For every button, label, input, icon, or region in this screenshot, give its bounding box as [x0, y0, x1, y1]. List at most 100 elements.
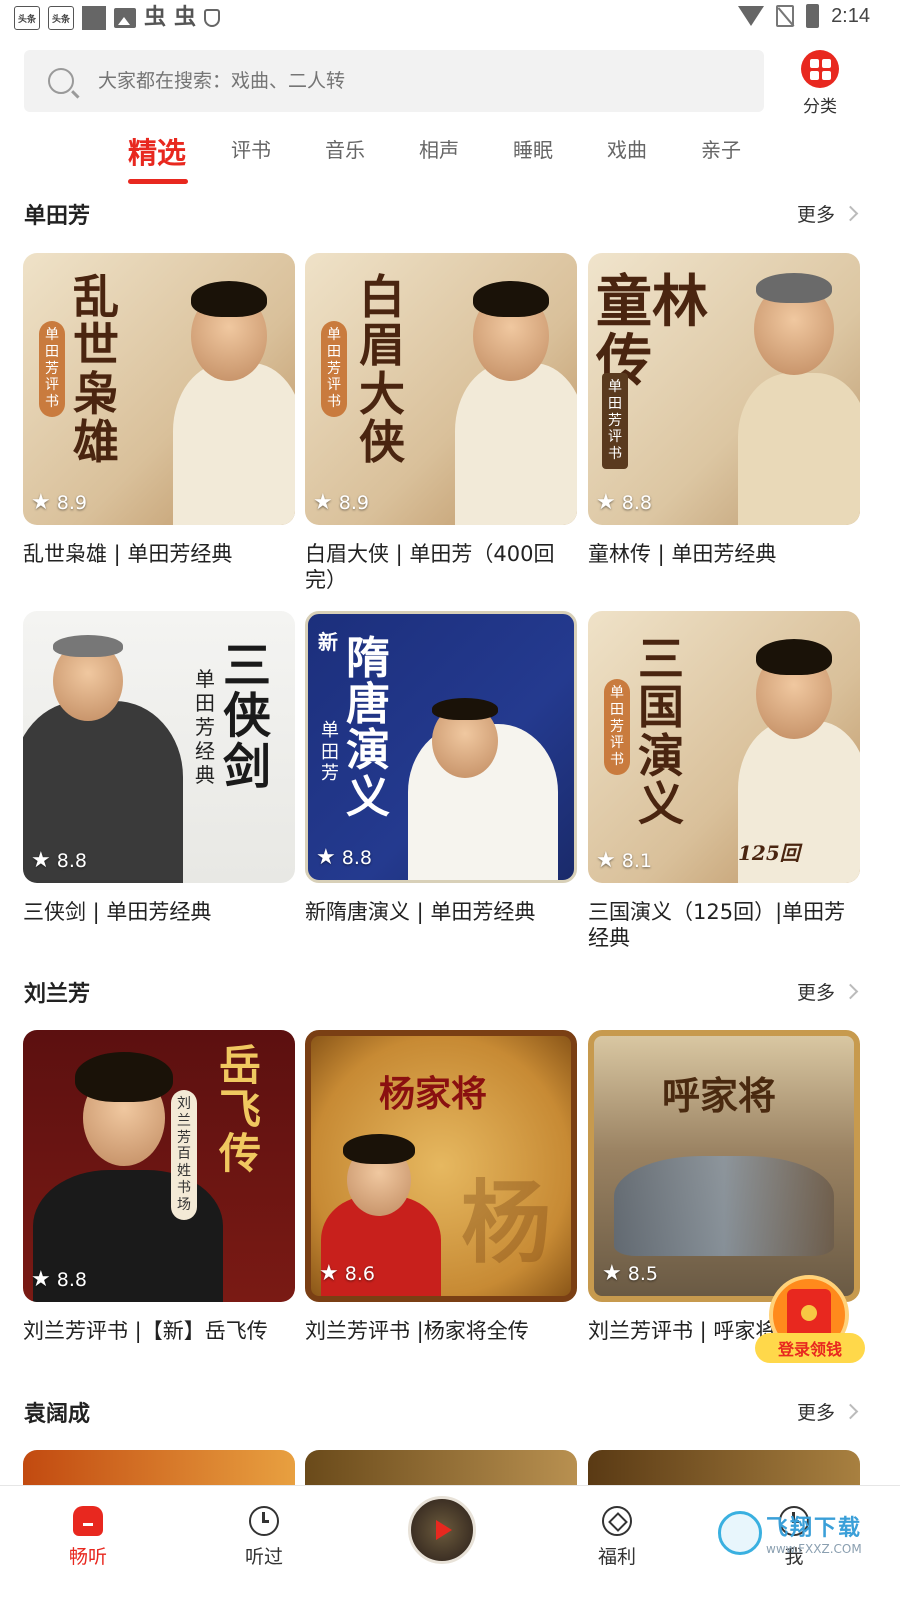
cover-title: 呼家将: [662, 1073, 777, 1118]
tab-opera[interactable]: 戏曲: [580, 126, 674, 184]
nav-label: 畅听: [68, 1546, 107, 1568]
nav-history[interactable]: 听过: [214, 1504, 314, 1569]
chevron-right-icon: [842, 1403, 859, 1420]
watermark-url: www.FXXZ.COM: [766, 1542, 862, 1556]
search-input[interactable]: [98, 70, 698, 92]
more-button[interactable]: 更多: [797, 978, 859, 1005]
status-time: 2:14: [831, 4, 870, 27]
album-title[interactable]: 三侠剑 | 单田芳经典: [23, 899, 295, 925]
album-card[interactable]: 三侠剑 单田芳经典 ★ 8.8 三侠剑 | 单田芳经典: [23, 611, 295, 925]
cover-title: 三国演义: [638, 632, 684, 831]
cover-badge: 单田芳评书: [321, 321, 347, 417]
watermark: 飞翔下载 www.FXXZ.COM: [718, 1505, 878, 1561]
battery-icon: [806, 4, 820, 28]
album-card[interactable]: 童林传 单田芳评书 ★ 8.8 童林传 | 单田芳经典: [588, 253, 860, 567]
album-card[interactable]: 单田芳评书 乱世枭雄 ★ 8.9 乱世枭雄 | 单田芳经典: [23, 253, 295, 567]
star-icon: ★: [31, 848, 51, 873]
star-icon: ★: [596, 848, 616, 873]
rating: ★ 8.9: [313, 490, 369, 515]
cover-badge: 刘兰芳百姓书场: [171, 1090, 197, 1220]
cover-title: 岳飞传: [219, 1041, 262, 1179]
more-button[interactable]: 更多: [796, 200, 859, 227]
rating: ★ 8.8: [31, 848, 87, 873]
tab-pingshu[interactable]: 评书: [204, 126, 298, 184]
album-cover[interactable]: [305, 1450, 577, 1490]
album-card[interactable]: 岳飞传 刘兰芳百姓书场 ★ 8.8 刘兰芳评书 |【新】岳飞传: [23, 1030, 295, 1344]
section-title: 袁阔成: [24, 1402, 91, 1427]
cover-badge: 单田芳评书: [602, 373, 628, 469]
star-icon: ★: [602, 1261, 622, 1286]
login-reward-label: 登录领钱: [755, 1333, 865, 1363]
bug-icon: 虫: [144, 5, 167, 30]
grid-icon: [801, 50, 839, 88]
toutiao-notification-icon: 头条: [14, 6, 40, 30]
star-icon: ★: [316, 845, 336, 870]
cover-badge: 单田芳经典: [195, 667, 215, 787]
rating: ★ 8.1: [596, 848, 652, 873]
album-cover[interactable]: 三侠剑 单田芳经典 ★ 8.8: [23, 611, 295, 883]
album-title[interactable]: 白眉大侠 | 单田芳（400回完）: [305, 541, 577, 594]
watermark-logo-icon: [718, 1511, 762, 1555]
now-playing-button[interactable]: [408, 1496, 476, 1564]
album-title[interactable]: 乱世枭雄 | 单田芳经典: [23, 541, 295, 567]
tab-crosstalk[interactable]: 相声: [392, 126, 486, 184]
album-card[interactable]: 杨家将 杨 ★ 8.6 刘兰芳评书 |杨家将全传: [305, 1030, 577, 1344]
album-cover[interactable]: [588, 1450, 860, 1490]
category-tabs: 精选 评书 音乐 相声 睡眠 戏曲 亲子: [110, 126, 768, 184]
home-icon: [73, 1506, 103, 1536]
image-notification-icon: [114, 8, 136, 28]
album-card[interactable]: 单田芳评书 三国演义 125回 ★ 8.1 三国演义（125回）|单田芳经典: [588, 611, 860, 952]
album-cover[interactable]: 岳飞传 刘兰芳百姓书场 ★ 8.8: [23, 1030, 295, 1302]
rating: ★ 8.6: [319, 1261, 375, 1286]
star-icon: ★: [596, 490, 616, 515]
login-reward-button[interactable]: 登录领钱: [755, 1275, 865, 1365]
album-cover[interactable]: 呼家将 ★ 8.5: [588, 1030, 860, 1302]
album-cover[interactable]: 新 隋唐演义 单田芳 ★ 8.8: [305, 611, 577, 883]
category-button[interactable]: 分类: [795, 50, 845, 117]
album-card[interactable]: 单田芳评书 白眉大侠 ★ 8.9 白眉大侠 | 单田芳（400回完）: [305, 253, 577, 594]
star-icon: ★: [31, 1267, 51, 1292]
album-title[interactable]: 刘兰芳评书 |【新】岳飞传: [23, 1318, 295, 1344]
cover-prefix: 新: [318, 630, 338, 654]
no-sim-icon: [776, 5, 795, 27]
status-bar: 头条 头条 虫 虫 2:14: [0, 0, 900, 38]
tab-music[interactable]: 音乐: [298, 126, 392, 184]
play-icon: [436, 1520, 452, 1540]
album-cover[interactable]: 单田芳评书 白眉大侠 ★ 8.9: [305, 253, 577, 525]
more-label: 更多: [796, 204, 835, 226]
tab-family[interactable]: 亲子: [674, 126, 768, 184]
album-cover[interactable]: 单田芳评书 三国演义 125回 ★ 8.1: [588, 611, 860, 883]
cover-note: 125回: [738, 841, 800, 865]
cover-title: 三侠剑: [223, 638, 272, 795]
more-label: 更多: [796, 1402, 835, 1424]
cover-badge: 单田芳: [321, 720, 339, 785]
section-title: 单田芳: [24, 204, 91, 229]
album-title[interactable]: 童林传 | 单田芳经典: [588, 541, 860, 567]
album-title[interactable]: 刘兰芳评书 |杨家将全传: [305, 1318, 577, 1344]
album-card[interactable]: 新 隋唐演义 单田芳 ★ 8.8 新隋唐演义 | 单田芳经典: [305, 611, 577, 925]
search-bar[interactable]: [24, 50, 764, 112]
album-cover[interactable]: 杨家将 杨 ★ 8.6: [305, 1030, 577, 1302]
shield-icon: [204, 9, 221, 27]
watermark-text: 飞翔下载: [766, 1516, 863, 1541]
album-cover[interactable]: [23, 1450, 295, 1490]
album-title[interactable]: 新隋唐演义 | 单田芳经典: [305, 899, 577, 925]
toutiao-notification-icon: 头条: [48, 6, 74, 30]
star-icon: ★: [319, 1261, 339, 1286]
album-cover[interactable]: 童林传 单田芳评书 ★ 8.8: [588, 253, 860, 525]
nav-listen[interactable]: 畅听: [38, 1504, 138, 1569]
album-cover[interactable]: 单田芳评书 乱世枭雄 ★ 8.9: [23, 253, 295, 525]
nav-welfare[interactable]: 福利: [567, 1504, 667, 1569]
more-button[interactable]: 更多: [796, 1398, 859, 1425]
cover-badge: 单田芳评书: [39, 321, 65, 417]
rating: ★ 8.8: [31, 1267, 87, 1292]
cover-title: 白眉大侠: [359, 270, 405, 469]
tab-sleep[interactable]: 睡眠: [486, 126, 580, 184]
search-icon: [48, 68, 74, 94]
rating: ★ 8.8: [316, 845, 372, 870]
album-title[interactable]: 三国演义（125回）|单田芳经典: [588, 899, 860, 952]
rating: ★ 8.8: [596, 490, 652, 515]
chevron-right-icon: [842, 983, 859, 1000]
cover-badge: 单田芳评书: [604, 679, 630, 775]
tab-featured[interactable]: 精选: [110, 126, 204, 184]
